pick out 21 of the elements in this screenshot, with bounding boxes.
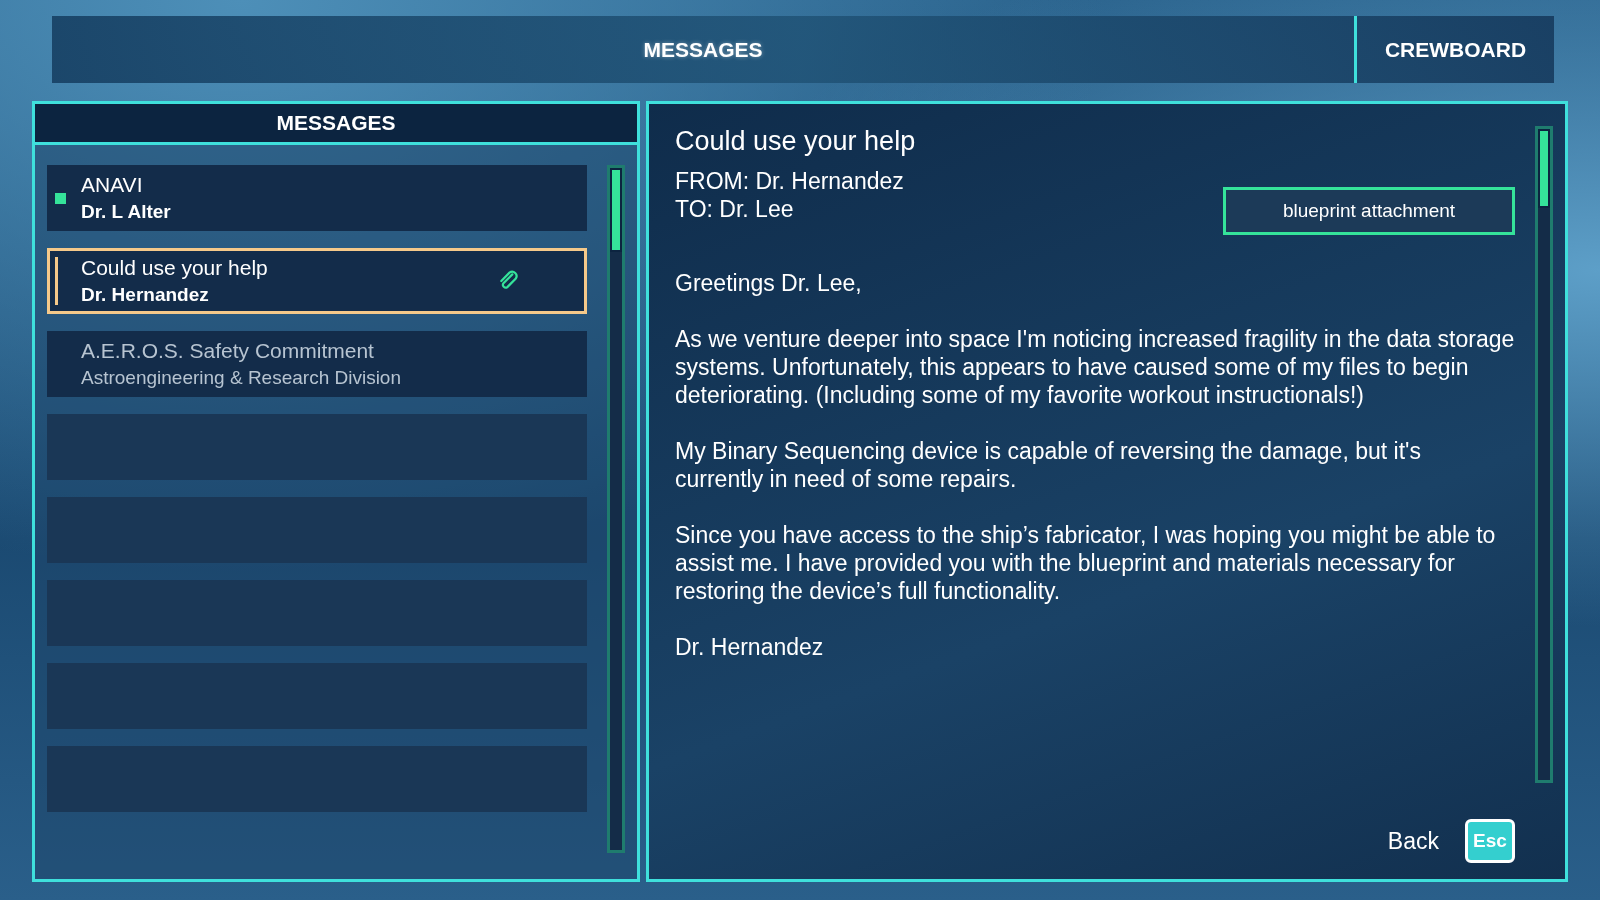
scrollbar[interactable] — [1535, 126, 1553, 783]
selection-bar — [55, 257, 58, 305]
message-paragraph: Greetings Dr. Lee, — [675, 269, 863, 297]
message-paragraph: As we venture deeper into space I'm noticing increased fragility in the data storage systems. Unfortunately, this appears to have caused some of my files to begin deteriorating. (Including some of my favorite workout instructionals!) — [675, 325, 1515, 409]
scrollbar[interactable] — [607, 165, 625, 853]
back-label: Back — [1387, 827, 1439, 855]
attachment-button[interactable]: blueprint attachment — [1223, 187, 1515, 235]
message-paragraph: Since you have access to the ship’s fabricator, I was hoping you might be able to assist me. I have provided you with the blueprint and materials necessary for restoring the device’s full functionality. — [675, 521, 1497, 605]
message-item[interactable]: A.E.R.O.S. Safety Commitment Astroengineering & Research Division — [47, 331, 587, 397]
top-tab[interactable]: CREWBOARD — [1354, 16, 1554, 83]
message-paragraph: Dr. Hernandez — [675, 633, 825, 661]
message-to: TO: Dr. Lee — [675, 195, 795, 223]
message-from: FROM: Dr. Hernandez — [675, 167, 905, 195]
message-subject: Could use your help — [675, 126, 916, 157]
paperclip-icon — [498, 270, 520, 292]
top-tab[interactable]: MESSAGES — [52, 16, 1354, 83]
panel-header: MESSAGES — [35, 104, 637, 145]
message-item[interactable]: ANAVI Dr. L Alter — [47, 165, 587, 231]
unread-icon — [55, 192, 66, 204]
message-paragraph: My Binary Sequencing device is capable of reversing the damage, but it's currently in need of some repairs. — [675, 437, 1422, 493]
message-item[interactable]: Could use your help Dr. Hernandez — [47, 248, 587, 314]
